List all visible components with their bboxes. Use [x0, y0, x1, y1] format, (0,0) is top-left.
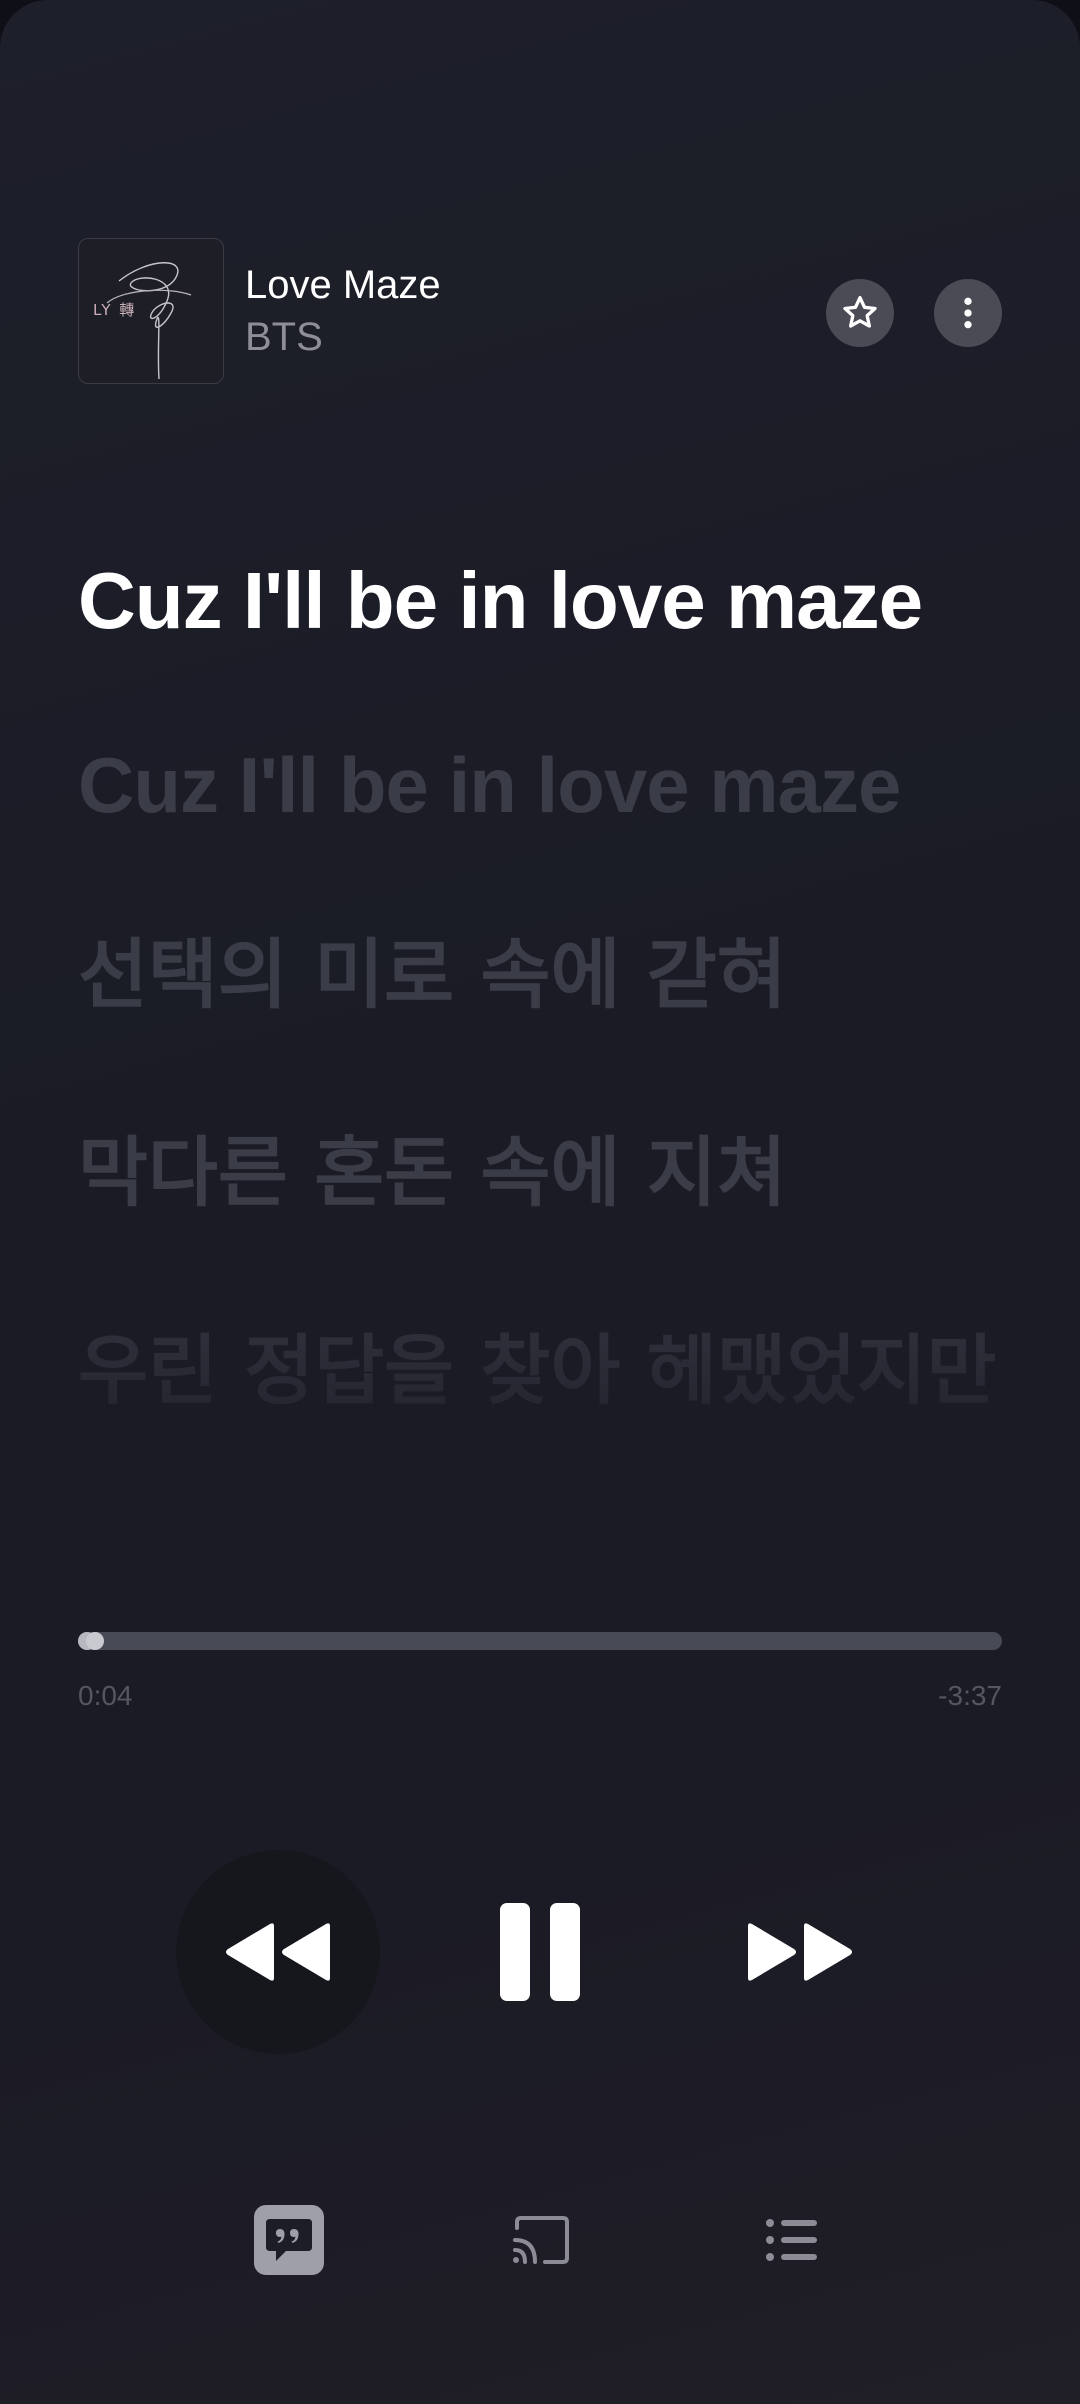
queue-button[interactable] [752, 2200, 832, 2280]
progress-bar[interactable] [78, 1632, 1002, 1650]
album-art-text: LY 轉 [93, 301, 136, 319]
now-playing-screen: LY 轉 Love Maze BTS Cuz I'll be in love m… [0, 0, 1080, 2404]
favorite-button[interactable] [826, 279, 894, 347]
lyric-line-active[interactable]: Cuz I'll be in love maze [78, 552, 1008, 650]
lyrics-quote-icon [254, 2205, 324, 2275]
track-artist[interactable]: BTS [245, 314, 323, 360]
cast-button[interactable] [501, 2200, 581, 2280]
lyrics-view[interactable]: Cuz I'll be in love maze Cuz I'll be in … [78, 552, 1008, 1420]
now-playing-header: LY 轉 Love Maze BTS [78, 238, 1002, 386]
pause-button[interactable] [490, 1890, 590, 2014]
rewind-icon [226, 1923, 330, 1981]
fast-forward-icon [748, 1923, 852, 1981]
lyric-line[interactable]: Cuz I'll be in love maze [78, 736, 1008, 834]
fast-forward-button[interactable] [730, 1890, 870, 2014]
lyric-line[interactable]: 막다른 혼돈 속에 지쳐 [78, 1124, 1008, 1222]
more-vertical-icon [964, 297, 972, 329]
more-options-button[interactable] [934, 279, 1002, 347]
elapsed-time: 0:04 [78, 1680, 133, 1711]
lyric-line[interactable]: 선택의 미로 속에 갇혀 [78, 926, 1008, 1024]
progress-knob[interactable] [86, 1632, 104, 1650]
queue-list-icon [766, 2219, 817, 2261]
album-art[interactable]: LY 轉 [78, 238, 224, 384]
lyrics-toggle-button[interactable] [249, 2200, 329, 2280]
rewind-button[interactable] [176, 1850, 380, 2054]
star-icon [843, 296, 877, 328]
remaining-time: -3:37 [938, 1680, 1002, 1711]
lyric-line[interactable]: 우린 정답을 찾아 헤맸었지만 [78, 1322, 1008, 1420]
track-title[interactable]: Love Maze [245, 262, 441, 308]
pause-icon [500, 1903, 580, 2001]
cast-icon [513, 2216, 569, 2264]
